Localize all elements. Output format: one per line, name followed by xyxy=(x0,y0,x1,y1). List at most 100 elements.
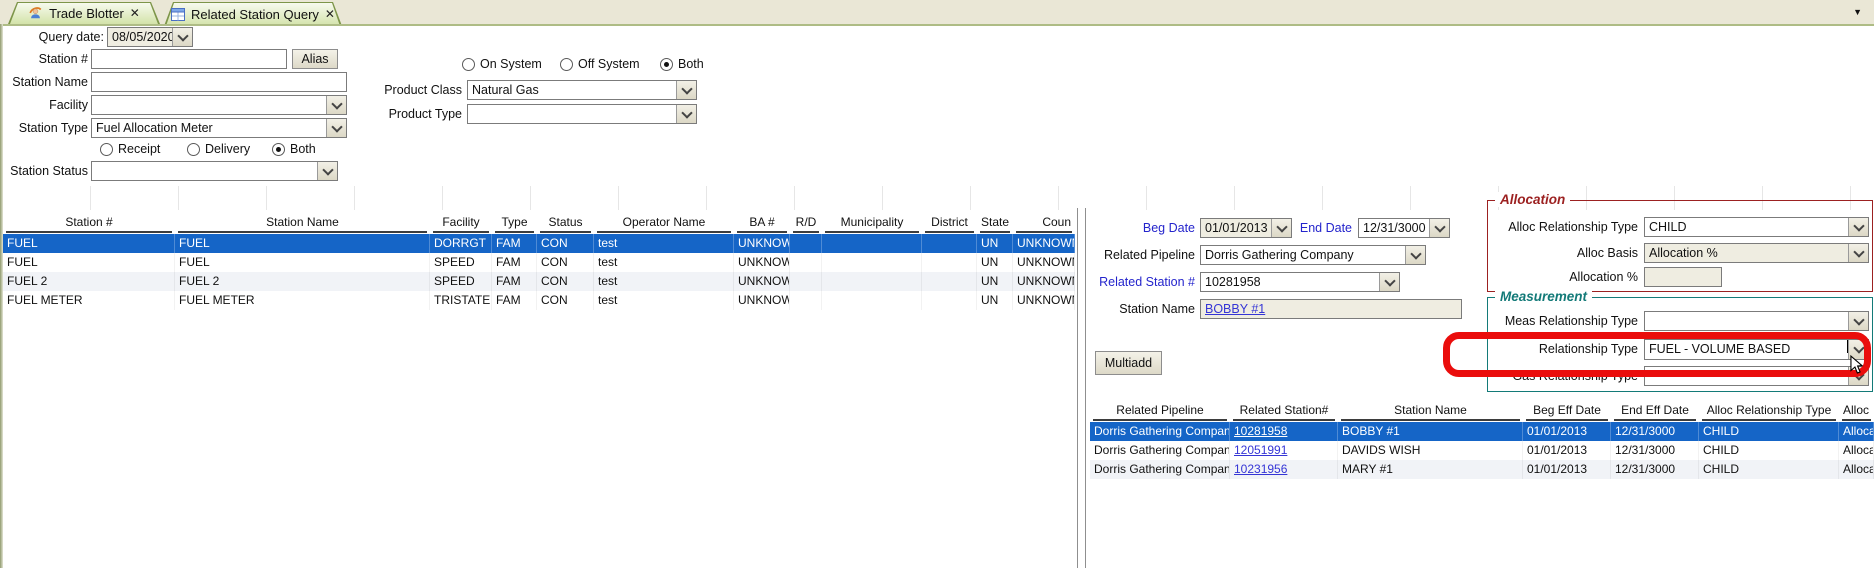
radio-label: Off System xyxy=(578,57,640,71)
table-row[interactable]: FUEL 2 FUEL 2 SPEED FAM CON test UNKNOWN… xyxy=(3,272,1075,291)
column-header[interactable]: BA # xyxy=(734,212,790,234)
relationship-type-combobox[interactable]: FUEL - VOLUME BASED xyxy=(1644,339,1869,360)
cell-related-pipeline: Dorris Gathering Company xyxy=(1090,422,1230,441)
table-row[interactable]: Dorris Gathering Company 12051991 DAVIDS… xyxy=(1090,441,1874,460)
related-station-link[interactable]: 12051991 xyxy=(1234,443,1287,457)
column-header[interactable]: Operator Name xyxy=(594,212,734,234)
cell-station-name: BOBBY #1 xyxy=(1338,422,1523,441)
table-row[interactable]: Dorris Gathering Company 10231956 MARY #… xyxy=(1090,460,1874,479)
alloc-basis-combobox[interactable]: Allocation % xyxy=(1644,243,1869,263)
cell-rd xyxy=(790,253,822,272)
station-status-combobox[interactable] xyxy=(91,161,338,181)
cell-station-name: FUEL xyxy=(175,234,430,253)
close-tab-icon[interactable]: ✕ xyxy=(325,7,335,21)
station-type-dropdown-button[interactable] xyxy=(326,119,346,137)
column-header[interactable]: Beg Eff Date xyxy=(1523,400,1611,422)
column-header[interactable]: Related Pipeline xyxy=(1090,400,1230,422)
cell-ba-number: UNKNOWN xyxy=(734,272,790,291)
cell-station-name: MARY #1 xyxy=(1338,460,1523,479)
column-header[interactable]: Alloc Basis xyxy=(1839,400,1874,422)
end-date-dropdown-button[interactable] xyxy=(1429,219,1449,237)
query-date-dropdown-button[interactable] xyxy=(172,28,192,46)
chevron-down-icon xyxy=(331,98,342,109)
facility-dropdown-button[interactable] xyxy=(326,96,346,114)
product-class-combobox[interactable]: Natural Gas xyxy=(467,80,697,100)
multiadd-button[interactable]: Multiadd xyxy=(1095,351,1162,375)
chevron-down-icon xyxy=(331,121,342,132)
table-row[interactable]: FUEL FUEL SPEED FAM CON test UNKNOWN UN … xyxy=(3,253,1075,272)
alloc-relationship-type-dropdown-button[interactable] xyxy=(1848,218,1868,236)
product-type-dropdown-button[interactable] xyxy=(676,105,696,123)
column-header[interactable]: Municipality xyxy=(822,212,922,234)
station-name-link[interactable]: BOBBY #1 xyxy=(1205,302,1265,316)
radio-on-system[interactable]: On System xyxy=(462,56,542,72)
radio-delivery[interactable]: Delivery xyxy=(187,141,250,157)
tab-trade-blotter[interactable]: Trade Blotter ✕ xyxy=(8,2,160,24)
allocation-pct-input[interactable] xyxy=(1644,267,1722,287)
station-type-combobox[interactable]: Fuel Allocation Meter xyxy=(91,118,347,138)
radio-receipt-delivery-both[interactable]: Both xyxy=(272,141,316,157)
cell-alloc-basis: Allocation % xyxy=(1839,422,1874,441)
related-station-dropdown-button[interactable] xyxy=(1379,273,1399,291)
alloc-basis-dropdown-button[interactable] xyxy=(1848,244,1868,262)
radio-system-both[interactable]: Both xyxy=(660,56,704,72)
tab-related-station-query[interactable]: Related Station Query ✕ xyxy=(164,2,342,26)
tab-list-dropdown-icon[interactable]: ▼ xyxy=(1853,7,1862,17)
column-header[interactable]: R/D xyxy=(790,212,822,234)
radio-circle-icon xyxy=(462,58,475,71)
cell-related-station-number: 10281958 xyxy=(1230,422,1338,441)
product-class-dropdown-button[interactable] xyxy=(676,81,696,99)
table-row[interactable]: FUEL FUEL DORRGT FAM CON test UNKNOWN UN… xyxy=(3,234,1075,253)
table-row[interactable]: FUEL METER FUEL METER TRISTATE FAM CON t… xyxy=(3,291,1075,310)
column-header[interactable]: Station # xyxy=(3,212,175,234)
related-station-link[interactable]: 10281958 xyxy=(1234,424,1287,438)
related-station-combobox[interactable]: 10281958 xyxy=(1200,272,1400,292)
station-status-dropdown-button[interactable] xyxy=(317,162,337,180)
column-header[interactable]: Type xyxy=(492,212,537,234)
cell-station-number: FUEL xyxy=(3,253,175,272)
facility-combobox[interactable] xyxy=(91,95,347,115)
cell-alloc-relationship-type: CHILD xyxy=(1699,422,1839,441)
beg-date-dropdown-button[interactable] xyxy=(1271,219,1291,237)
query-date-combobox[interactable]: 08/05/2020 xyxy=(107,27,193,47)
related-pipeline-dropdown-button[interactable] xyxy=(1405,246,1425,264)
radio-receipt[interactable]: Receipt xyxy=(100,141,160,157)
chevron-down-icon xyxy=(1853,314,1864,325)
column-header[interactable]: District xyxy=(922,212,977,234)
station-name-input[interactable] xyxy=(91,72,347,92)
beg-date-combobox[interactable]: 01/01/2013 xyxy=(1200,218,1292,238)
chevron-down-icon xyxy=(1410,248,1421,259)
alias-button[interactable]: Alias xyxy=(292,49,338,69)
column-header[interactable]: Coun xyxy=(1013,212,1075,234)
query-date-label: Query date: xyxy=(0,27,104,47)
chevron-down-icon xyxy=(1853,220,1864,231)
column-header[interactable]: Alloc Relationship Type xyxy=(1699,400,1839,422)
column-header[interactable]: Station Name xyxy=(175,212,430,234)
gas-relationship-type-label: Gas Relationship Type xyxy=(1490,366,1638,386)
chevron-down-icon xyxy=(1276,221,1287,232)
column-header[interactable]: State xyxy=(977,212,1013,234)
chevron-down-icon xyxy=(1853,246,1864,257)
cell-alloc-relationship-type: CHILD xyxy=(1699,441,1839,460)
meas-relationship-type-dropdown-button[interactable] xyxy=(1848,312,1868,330)
related-pipeline-combobox[interactable]: Dorris Gathering Company xyxy=(1200,245,1426,265)
end-date-combobox[interactable]: 12/31/3000 xyxy=(1358,218,1450,238)
radio-off-system[interactable]: Off System xyxy=(560,56,640,72)
cell-type: FAM xyxy=(492,272,537,291)
column-header[interactable]: Station Name xyxy=(1338,400,1523,422)
related-station-link[interactable]: 10231956 xyxy=(1234,462,1287,476)
station-number-input[interactable] xyxy=(91,49,287,69)
station-name-display-field: BOBBY #1 xyxy=(1200,299,1462,319)
close-tab-icon[interactable]: ✕ xyxy=(130,6,140,20)
column-header[interactable]: Facility xyxy=(430,212,492,234)
column-header[interactable]: Status xyxy=(537,212,594,234)
table-row[interactable]: Dorris Gathering Company 10281958 BOBBY … xyxy=(1090,422,1874,441)
column-header[interactable]: End Eff Date xyxy=(1611,400,1699,422)
related-pipeline-value: Dorris Gathering Company xyxy=(1201,246,1405,264)
gas-relationship-type-combobox[interactable] xyxy=(1644,366,1869,386)
column-header[interactable]: Related Station# xyxy=(1230,400,1338,422)
cell-related-station-number: 10231956 xyxy=(1230,460,1338,479)
alloc-relationship-type-combobox[interactable]: CHILD xyxy=(1644,217,1869,237)
product-type-combobox[interactable] xyxy=(467,104,697,124)
meas-relationship-type-combobox[interactable] xyxy=(1644,311,1869,331)
